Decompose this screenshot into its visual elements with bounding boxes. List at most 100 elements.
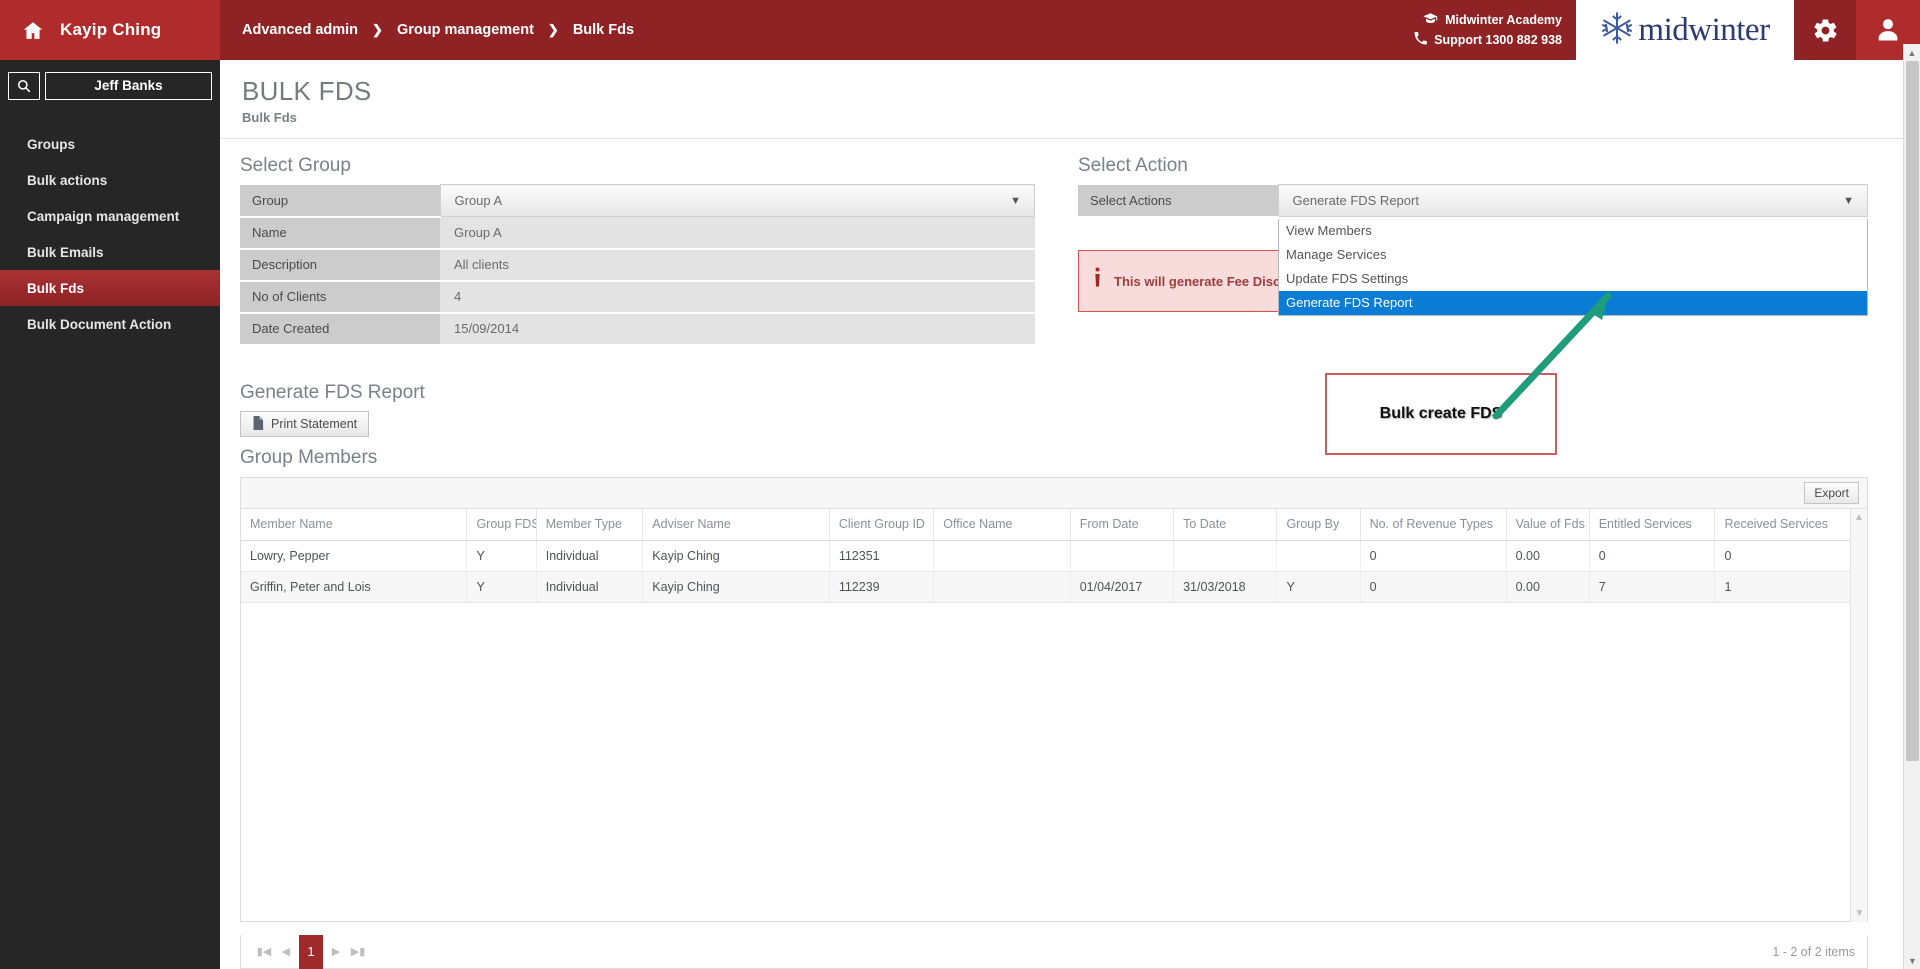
group-members-heading-wrap: Group Members — [240, 447, 377, 476]
group-select[interactable]: Group A ▼ — [439, 184, 1035, 217]
grid-scroll-area[interactable]: Member Name Group FDS Member Type Advise… — [241, 509, 1867, 922]
col-to-date[interactable]: To Date — [1173, 509, 1278, 541]
cell-member-name: Griffin, Peter and Lois — [241, 571, 468, 603]
option-generate-fds-report[interactable]: Generate FDS Report — [1279, 291, 1867, 315]
cell-from-date — [1070, 540, 1175, 572]
graduation-cap-icon — [1423, 12, 1438, 27]
cell-member-type: Individual — [536, 571, 644, 603]
first-page-icon[interactable]: ▮◀ — [253, 937, 275, 967]
academy-link[interactable]: Midwinter Academy — [1423, 12, 1562, 27]
cell-office-name — [933, 540, 1071, 572]
breadcrumb-separator-icon: ❯ — [372, 22, 383, 37]
brand-name: Kayip Ching — [60, 20, 162, 39]
breadcrumb-item-2[interactable]: Bulk Fds — [573, 22, 634, 38]
members-table: Member Name Group FDS Member Type Advise… — [241, 509, 1852, 603]
sidebar-item-campaign-management[interactable]: Campaign management — [0, 198, 220, 234]
select-group-table: Group Group A ▼ Name Group A Description… — [240, 184, 1035, 346]
header-right: Midwinter Academy Support 1300 882 938 m… — [1414, 0, 1920, 60]
cell-group-fds: Y — [466, 540, 537, 572]
breadcrumb-item-1[interactable]: Group management — [397, 22, 534, 38]
cell-adviser-name: Kayip Ching — [642, 571, 830, 603]
no-of-clients-label: No of Clients — [240, 280, 440, 314]
col-office-name[interactable]: Office Name — [933, 509, 1071, 541]
document-icon — [252, 415, 264, 433]
prev-page-icon[interactable]: ◀ — [275, 937, 297, 967]
page-scrollbar[interactable]: ▲ ▼ — [1903, 44, 1920, 969]
cell-member-name: Lowry, Pepper — [241, 540, 468, 572]
scroll-down-icon[interactable]: ▼ — [1851, 905, 1868, 922]
col-group-fds[interactable]: Group FDS — [466, 509, 537, 541]
last-page-icon[interactable]: ▶▮ — [347, 937, 369, 967]
select-actions-label: Select Actions — [1078, 184, 1278, 218]
sidebar-item-bulk-emails[interactable]: Bulk Emails — [0, 234, 220, 270]
page-number-1[interactable]: 1 — [299, 934, 323, 969]
select-actions-dropdown[interactable]: Generate FDS Report ▼ — [1277, 184, 1868, 217]
breadcrumb-item-0[interactable]: Advanced admin — [242, 22, 358, 38]
col-received-services[interactable]: Received Services — [1714, 509, 1852, 541]
chevron-down-icon: ▼ — [1010, 194, 1021, 207]
col-from-date[interactable]: From Date — [1070, 509, 1175, 541]
sidebar-item-label: Bulk Document Action — [27, 316, 172, 332]
col-client-group-id[interactable]: Client Group ID — [829, 509, 935, 541]
cell-client-group-id: 112351 — [829, 540, 935, 572]
brand-block[interactable]: Kayip Ching — [0, 0, 220, 60]
group-members-grid: Export Member Name Group FDS Member Type… — [240, 477, 1868, 922]
home-icon[interactable] — [22, 20, 44, 41]
option-manage-services[interactable]: Manage Services — [1279, 243, 1867, 267]
top-header: Kayip Ching Advanced admin ❯ Group manag… — [0, 0, 1920, 60]
phone-icon — [1414, 32, 1428, 48]
breadcrumb-separator-icon: ❯ — [547, 22, 559, 37]
cell-no-of-revenue-types: 0 — [1360, 540, 1507, 572]
page-scroll-thumb[interactable] — [1906, 61, 1919, 761]
col-group-by[interactable]: Group By — [1276, 509, 1361, 541]
next-page-icon[interactable]: ▶ — [325, 937, 347, 967]
sidebar-item-bulk-fds[interactable]: Bulk Fds — [0, 270, 220, 306]
scroll-up-icon[interactable]: ▲ — [1851, 509, 1867, 526]
search-input[interactable]: Jeff Banks — [45, 72, 212, 100]
midwinter-logo[interactable]: midwinter — [1576, 0, 1794, 60]
gear-icon[interactable] — [1794, 0, 1856, 60]
cell-received-services: 0 — [1714, 540, 1852, 572]
search-icon[interactable] — [8, 72, 40, 100]
cell-from-date: 01/04/2017 — [1070, 571, 1175, 603]
name-label: Name — [240, 216, 440, 250]
select-actions-row[interactable]: Select Actions Generate FDS Report ▼ — [1078, 184, 1868, 218]
col-member-type[interactable]: Member Type — [536, 509, 644, 541]
col-entitled-services[interactable]: Entitled Services — [1589, 509, 1716, 541]
no-of-clients-value: 4 — [440, 280, 1035, 314]
col-value-of-fds[interactable]: Value of Fds — [1506, 509, 1590, 541]
select-group-panel: Select Group Group Group A ▼ Name Group … — [240, 155, 1035, 346]
group-row[interactable]: Group Group A ▼ — [240, 184, 1035, 218]
sidebar-item-bulk-document-action[interactable]: Bulk Document Action — [0, 306, 220, 342]
cell-client-group-id: 112239 — [829, 571, 935, 603]
group-label: Group — [240, 184, 440, 218]
name-value: Group A — [440, 216, 1035, 250]
col-adviser-name[interactable]: Adviser Name — [642, 509, 830, 541]
sidebar-item-groups[interactable]: Groups — [0, 126, 220, 162]
sidebar: Jeff Banks Groups Bulk actions Campaign … — [0, 60, 220, 969]
cell-value-of-fds: 0.00 — [1506, 571, 1590, 603]
col-member-name[interactable]: Member Name — [241, 509, 468, 541]
option-view-members[interactable]: View Members — [1279, 219, 1867, 243]
cell-group-by: Y — [1276, 571, 1361, 603]
page-scroll-up-icon[interactable]: ▲ — [1904, 44, 1920, 61]
sidebar-item-bulk-actions[interactable]: Bulk actions — [0, 162, 220, 198]
option-update-fds-settings[interactable]: Update FDS Settings — [1279, 267, 1867, 291]
select-actions-options-list: View Members Manage Services Update FDS … — [1278, 219, 1868, 316]
export-button[interactable]: Export — [1804, 482, 1859, 504]
annotation-box: Bulk create FDS — [1325, 373, 1557, 455]
page-scroll-down-icon[interactable]: ▼ — [1904, 952, 1920, 969]
logo-text: midwinter — [1638, 11, 1770, 48]
select-action-heading: Select Action — [1078, 155, 1188, 176]
print-statement-button[interactable]: Print Statement — [240, 411, 370, 437]
grid-vertical-scrollbar[interactable]: ▲ ▼ — [1850, 509, 1867, 922]
table-row[interactable]: Lowry, Pepper Y Individual Kayip Ching 1… — [241, 540, 1852, 572]
name-row: Name Group A — [240, 216, 1035, 250]
support-line[interactable]: Support 1300 882 938 — [1414, 32, 1562, 48]
annotation-text: Bulk create FDS — [1379, 405, 1503, 422]
table-row[interactable]: Griffin, Peter and Lois Y Individual Kay… — [241, 571, 1852, 603]
col-no-of-revenue-types[interactable]: No. of Revenue Types — [1360, 509, 1507, 541]
page-subtitle: Bulk Fds — [242, 110, 297, 125]
select-action-table: Select Actions Generate FDS Report ▼ — [1078, 184, 1868, 218]
grid-toolbar: Export — [241, 478, 1867, 509]
